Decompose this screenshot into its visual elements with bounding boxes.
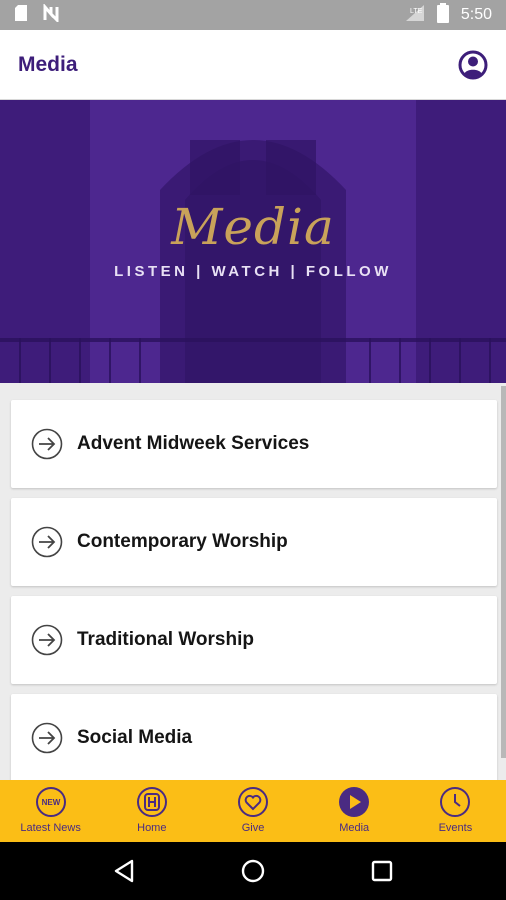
status-time: 5:50 xyxy=(460,6,492,23)
app-bar: Media xyxy=(0,30,506,100)
list-item-contemporary-worship[interactable]: Contemporary Worship xyxy=(11,498,497,586)
tab-label: Give xyxy=(241,822,265,834)
svg-text:LTE: LTE xyxy=(410,8,423,15)
tab-latest-news[interactable]: NEW Latest News xyxy=(0,780,101,842)
signal-icon: LTE xyxy=(405,4,425,27)
tab-events[interactable]: Events xyxy=(405,780,506,842)
account-circle-icon[interactable] xyxy=(458,50,488,80)
recents-icon[interactable] xyxy=(362,851,402,891)
new-badge-icon: NEW xyxy=(35,787,66,817)
hero-banner: Media LISTEN | WATCH | FOLLOW xyxy=(0,100,506,383)
bottom-tab-bar: NEW Latest News Home Give Media Events xyxy=(0,780,506,842)
home-h-icon xyxy=(136,787,167,817)
heart-icon xyxy=(238,787,268,817)
play-icon xyxy=(339,787,370,817)
arrow-circle-icon xyxy=(31,428,63,460)
list-item-label: Contemporary Worship xyxy=(77,531,288,552)
arrow-circle-icon xyxy=(31,526,63,558)
list-item-advent-midweek-services[interactable]: Advent Midweek Services xyxy=(11,400,497,488)
home-icon[interactable] xyxy=(233,851,273,891)
arrow-circle-icon xyxy=(31,722,63,754)
media-list: Advent Midweek Services Contemporary Wor… xyxy=(11,400,497,792)
tab-label: Media xyxy=(339,822,370,834)
sd-card-icon xyxy=(14,4,28,27)
list-item-social-media[interactable]: Social Media xyxy=(11,694,497,782)
list-item-label: Social Media xyxy=(77,727,193,748)
list-item-label: Advent Midweek Services xyxy=(77,433,310,454)
status-bar: LTE 5:50 xyxy=(0,0,506,30)
clock-icon xyxy=(440,787,471,817)
list-item-traditional-worship[interactable]: Traditional Worship xyxy=(11,596,497,684)
tab-home[interactable]: Home xyxy=(101,780,202,842)
battery-icon xyxy=(436,2,449,28)
hero-tagline: LISTEN | WATCH | FOLLOW xyxy=(114,263,392,280)
arrow-circle-icon xyxy=(31,624,63,656)
hero-title: Media xyxy=(171,198,335,256)
tab-label: Home xyxy=(137,822,167,834)
tab-give[interactable]: Give xyxy=(202,780,303,842)
tab-media[interactable]: Media xyxy=(304,780,405,842)
scrollbar[interactable] xyxy=(501,386,506,758)
back-icon[interactable] xyxy=(104,851,144,891)
page-title: Media xyxy=(18,52,78,76)
svg-text:NEW: NEW xyxy=(41,798,60,807)
tab-label: Latest News xyxy=(20,822,81,834)
list-item-label: Traditional Worship xyxy=(77,629,254,650)
system-nav-bar xyxy=(0,842,506,900)
tab-label: Events xyxy=(438,822,473,834)
no-sim-icon xyxy=(42,2,60,27)
